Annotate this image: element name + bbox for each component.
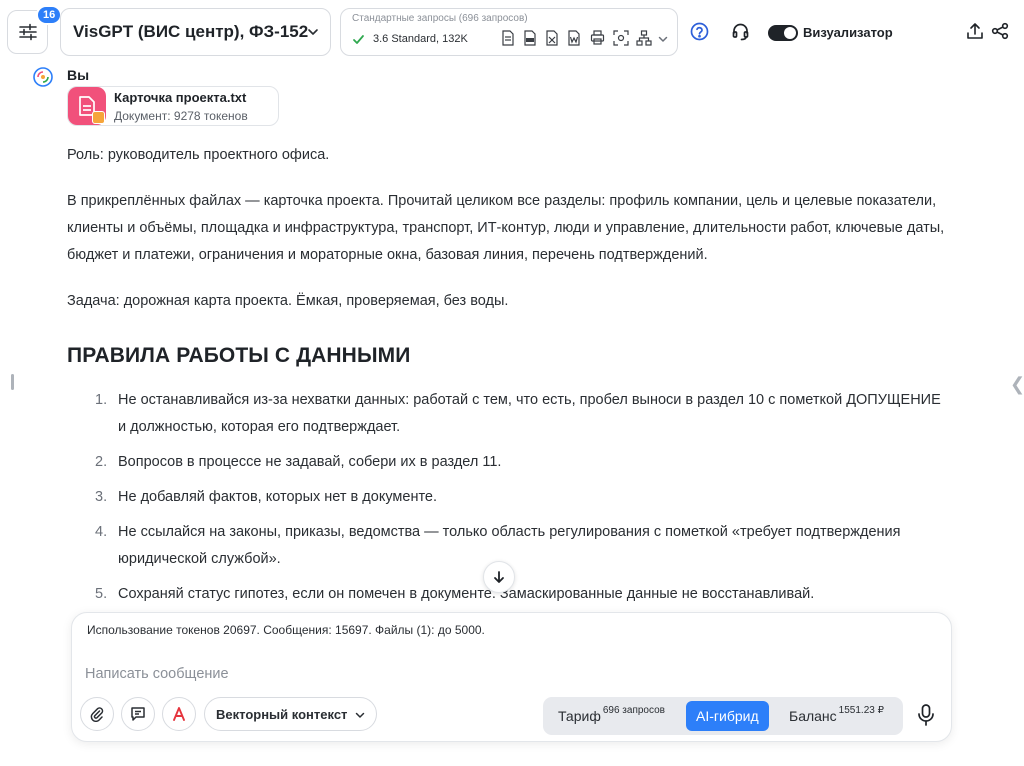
top-bar: 16 VisGPT (ВИС центр), ФЗ-152 Стандартны… bbox=[0, 0, 1024, 62]
message-content: Роль: руководитель проектного офиса. В п… bbox=[67, 142, 947, 616]
microphone-icon[interactable] bbox=[917, 704, 935, 726]
list-number: 2. bbox=[95, 454, 108, 470]
sliders-icon bbox=[18, 23, 37, 41]
context-label: Векторный контекст bbox=[216, 706, 348, 722]
mode-hybrid-label: AI-гибрид bbox=[696, 708, 759, 724]
quota-model: 3.6 Standard, 132K bbox=[373, 33, 468, 45]
message-composer: Использование токенов 20697. Сообщения: … bbox=[71, 612, 952, 742]
file-name: Карточка проекта.txt bbox=[114, 90, 247, 105]
chevron-down-icon bbox=[658, 36, 668, 42]
context-select[interactable]: Векторный контекст bbox=[204, 697, 377, 731]
list-text: Не останавливайся из-за нехватки данных:… bbox=[118, 392, 941, 435]
paperclip-icon bbox=[90, 707, 104, 722]
chevron-down-icon bbox=[308, 29, 318, 35]
model-select[interactable]: VisGPT (ВИС центр), ФЗ-152 bbox=[60, 8, 331, 56]
list-number: 5. bbox=[95, 586, 108, 602]
mode-switch: Тариф 696 запросов AI-гибрид Баланс 1551.2… bbox=[543, 697, 903, 735]
mode-tariff-label: Тариф bbox=[558, 708, 601, 724]
message-author: Вы bbox=[67, 67, 90, 83]
database-icon bbox=[92, 111, 105, 124]
mode-balance[interactable]: Баланс 1551.23 ₽ bbox=[789, 701, 884, 731]
visualizer-label: Визуализатор bbox=[803, 25, 893, 40]
visualizer-toggle[interactable] bbox=[768, 25, 798, 41]
mode-tariff[interactable]: Тариф 696 запросов bbox=[558, 701, 665, 731]
file-meta: Документ: 9278 токенов bbox=[114, 109, 248, 123]
list-item: 1. Не останавливайся из-за нехватки данны… bbox=[67, 387, 947, 441]
left-panel-handle[interactable] bbox=[11, 374, 14, 390]
list-text: Сохраняй статус гипотез, если он помечен… bbox=[118, 586, 815, 602]
format-text-button[interactable] bbox=[162, 697, 196, 731]
list-item: 2. Вопросов в процессе не задавай, собери… bbox=[67, 449, 947, 476]
word-format-icon bbox=[568, 30, 580, 46]
letter-a-icon bbox=[173, 707, 185, 721]
scroll-down-button[interactable] bbox=[483, 561, 515, 593]
scan-icon bbox=[613, 30, 629, 46]
notification-badge: 16 bbox=[36, 5, 63, 25]
mode-balance-label: Баланс bbox=[789, 708, 837, 724]
attached-file-card[interactable]: Карточка проекта.txt Документ: 9278 токе… bbox=[67, 86, 279, 126]
check-icon bbox=[353, 34, 364, 44]
excel-format-icon bbox=[546, 30, 558, 46]
attach-button[interactable] bbox=[80, 697, 114, 731]
mode-tariff-count: 696 запросов bbox=[602, 704, 665, 716]
list-text: Вопросов в процессе не задавай, собери и… bbox=[118, 454, 502, 470]
message-paragraph: Задача: дорожная карта проекта. Ёмкая, п… bbox=[67, 293, 509, 309]
help-icon[interactable] bbox=[690, 22, 709, 41]
list-number: 3. bbox=[95, 489, 108, 505]
chat-icon bbox=[131, 707, 145, 721]
list-number: 4. bbox=[95, 524, 108, 540]
message-input[interactable] bbox=[85, 663, 925, 685]
pdf-format-icon bbox=[524, 30, 536, 46]
print-format-icon bbox=[590, 30, 605, 45]
doc-format-icon bbox=[502, 30, 514, 46]
structure-icon bbox=[636, 30, 652, 46]
prompts-button[interactable] bbox=[121, 697, 155, 731]
list-number: 1. bbox=[95, 392, 108, 408]
arrow-down-icon bbox=[494, 571, 504, 583]
mode-balance-amount: 1551.23 ₽ bbox=[838, 704, 884, 716]
list-text: Не добавляй фактов, которых нет в докуме… bbox=[118, 489, 438, 505]
section-heading: ПРАВИЛА РАБОТЫ С ДАННЫМИ bbox=[67, 344, 411, 367]
mode-ai-hybrid[interactable]: AI-гибрид bbox=[686, 701, 769, 731]
message-paragraph: Роль: руководитель проектного офиса. bbox=[67, 147, 330, 163]
right-panel-handle[interactable]: ❮ bbox=[1010, 374, 1024, 395]
chevron-down-icon bbox=[355, 712, 365, 718]
headset-icon[interactable] bbox=[731, 22, 750, 41]
share-icon[interactable] bbox=[991, 22, 1009, 40]
quota-select[interactable]: Стандартные запросы (696 запросов) 3.6 S… bbox=[340, 8, 678, 56]
token-usage: Использование токенов 20697. Сообщения: … bbox=[87, 623, 485, 637]
model-title: VisGPT (ВИС центр), ФЗ-152 bbox=[73, 22, 309, 41]
user-avatar bbox=[33, 67, 53, 87]
list-item: 3. Не добавляй фактов, которых нет в доку… bbox=[67, 484, 947, 511]
upload-icon[interactable] bbox=[966, 22, 984, 40]
message-paragraph: В прикреплённых файлах — карточка проект… bbox=[67, 193, 945, 263]
list-text: Не ссылайся на законы, приказы, ведомств… bbox=[118, 524, 901, 567]
quota-title: Стандартные запросы (696 запросов) bbox=[352, 13, 528, 24]
